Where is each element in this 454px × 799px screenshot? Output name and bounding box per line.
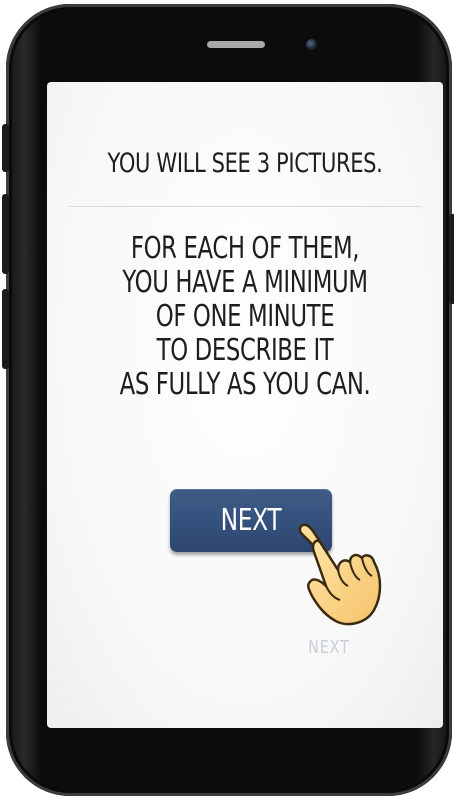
divider — [69, 206, 421, 207]
volume-down-button — [2, 289, 9, 369]
faded-next-label: NEXT — [308, 637, 350, 658]
earpiece-speaker — [207, 41, 265, 48]
stage: YOU WILL SEE 3 PICTURES. FOR EACH OF THE… — [0, 0, 454, 799]
phone-frame: YOU WILL SEE 3 PICTURES. FOR EACH OF THE… — [2, 4, 454, 796]
power-button — [449, 214, 454, 304]
front-camera — [306, 39, 317, 50]
instruction-line: YOU HAVE A MINIMUM — [122, 265, 368, 300]
volume-up-button — [2, 194, 9, 274]
page-title: YOU WILL SEE 3 PICTURES. — [107, 148, 383, 179]
instruction-line: AS FULLY AS YOU CAN. — [119, 367, 371, 402]
instruction-line: FOR EACH OF THEM, — [130, 231, 360, 266]
phone-screen: YOU WILL SEE 3 PICTURES. FOR EACH OF THE… — [47, 82, 443, 728]
pointing-hand-icon — [298, 523, 382, 626]
instructions-text: FOR EACH OF THEM, YOU HAVE A MINIMUM OF … — [64, 232, 426, 402]
instruction-line: TO DESCRIBE IT — [156, 333, 334, 368]
instruction-line: OF ONE MINUTE — [155, 299, 335, 334]
side-button-top — [2, 124, 9, 172]
